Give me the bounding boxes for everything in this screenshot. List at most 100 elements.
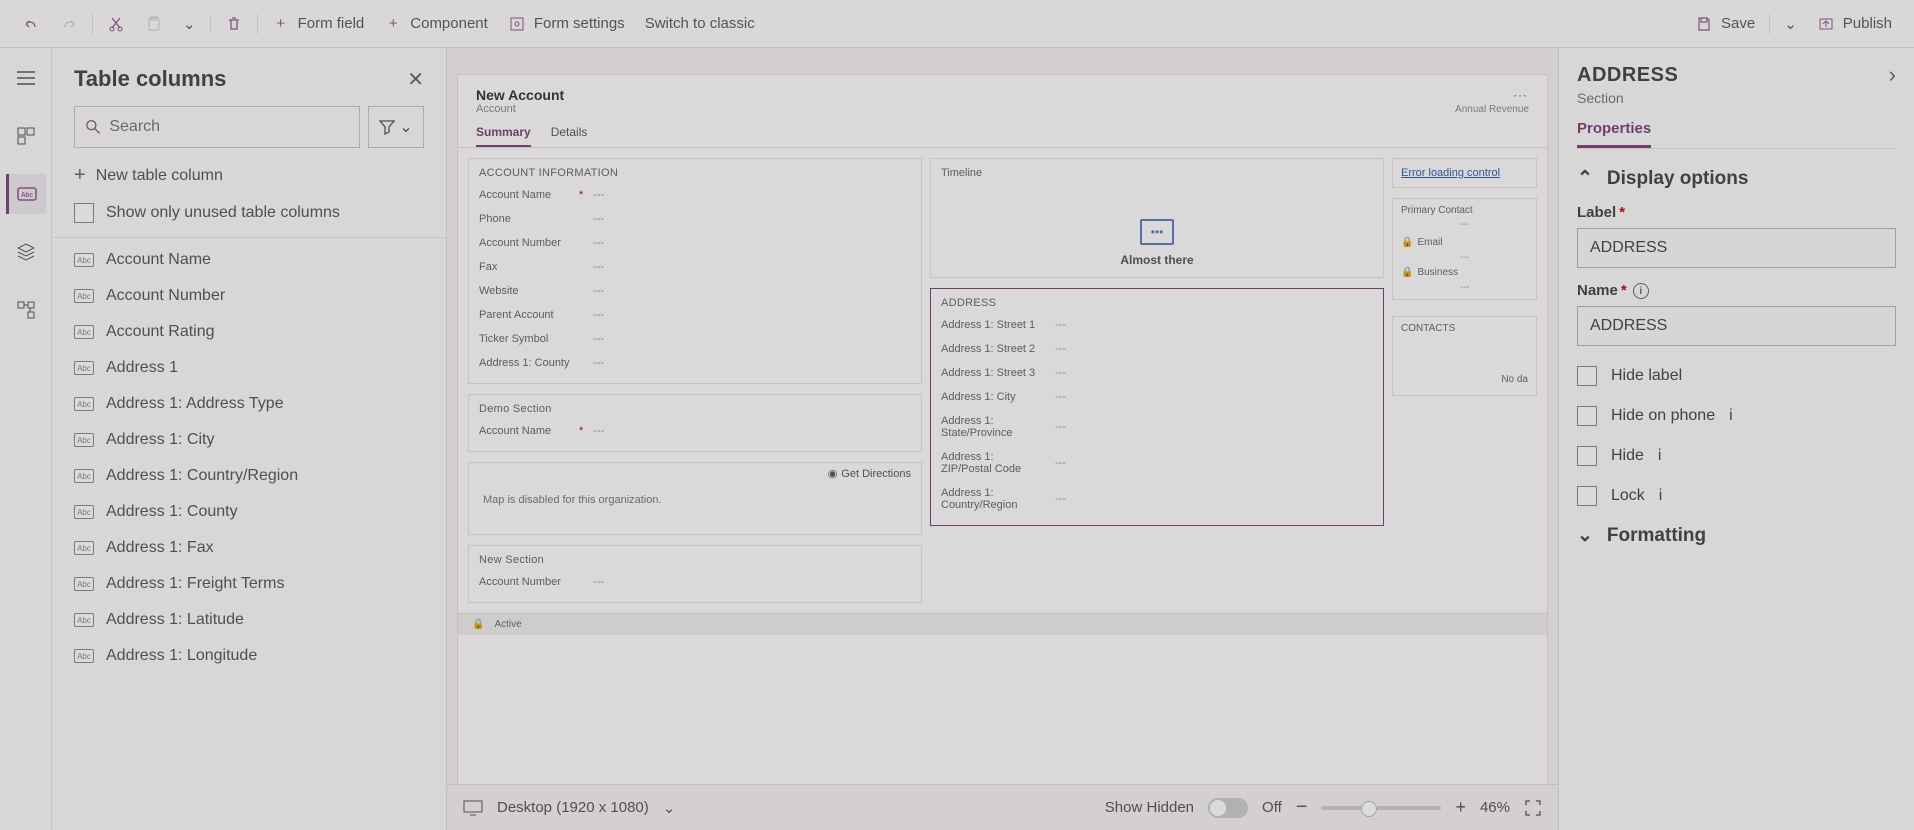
column-list[interactable]: AbcAccount NameAbcAccount NumberAbcAccou… bbox=[52, 238, 446, 830]
tab-details[interactable]: Details bbox=[551, 125, 588, 147]
timeline-control[interactable]: Timeline Almost there bbox=[930, 158, 1384, 278]
form-field[interactable]: Website--- bbox=[479, 279, 911, 303]
hide-phone-checkbox[interactable] bbox=[1577, 406, 1597, 426]
zoom-value: 46% bbox=[1480, 799, 1510, 816]
filter-button[interactable]: ⌄ bbox=[368, 106, 424, 148]
show-unused-checkbox[interactable] bbox=[74, 203, 94, 223]
form-field-button[interactable]: +Form field bbox=[262, 9, 375, 39]
get-directions-link[interactable]: ◉Get Directions bbox=[828, 467, 911, 480]
hide-checkbox-row[interactable]: Hidei bbox=[1577, 446, 1896, 466]
tab-summary[interactable]: Summary bbox=[476, 125, 531, 147]
undo-button[interactable] bbox=[12, 9, 50, 39]
save-dropdown[interactable]: ⌄ bbox=[1774, 9, 1807, 39]
info-icon[interactable]: i bbox=[1729, 407, 1733, 425]
form-field[interactable]: Account Number--- bbox=[479, 231, 911, 255]
lock-checkbox[interactable] bbox=[1577, 486, 1597, 506]
primary-contact-section[interactable]: Primary Contact --- 🔒Email --- 🔒Business… bbox=[1392, 198, 1537, 300]
folder-icon bbox=[1140, 219, 1174, 245]
cut-button[interactable] bbox=[97, 9, 135, 39]
formatting-toggle[interactable]: ⌄ Formatting bbox=[1577, 524, 1896, 547]
form-field[interactable]: Parent Account--- bbox=[479, 303, 911, 327]
component-button[interactable]: +Component bbox=[374, 9, 498, 39]
label-input[interactable] bbox=[1577, 228, 1896, 268]
section-new[interactable]: New Section Account Number--- bbox=[468, 545, 922, 603]
new-table-column-button[interactable]: + New table column bbox=[52, 158, 446, 193]
name-input[interactable] bbox=[1577, 306, 1896, 346]
zoom-in-button[interactable]: + bbox=[1455, 797, 1466, 818]
form-preview[interactable]: New Account Account ⋯ Annual Revenue Sum… bbox=[457, 74, 1548, 784]
lock-checkbox-row[interactable]: Locki bbox=[1577, 486, 1896, 506]
device-label[interactable]: Desktop (1920 x 1080) bbox=[497, 799, 649, 816]
column-item[interactable]: AbcAccount Name bbox=[52, 242, 446, 278]
search-box[interactable] bbox=[74, 106, 360, 148]
field-label: Address 1: Street 3 bbox=[941, 367, 1041, 379]
chevron-down-icon[interactable]: ⌄ bbox=[663, 799, 676, 817]
hide-phone-checkbox-row[interactable]: Hide on phonei bbox=[1577, 406, 1896, 426]
show-hidden-toggle[interactable] bbox=[1208, 798, 1248, 818]
info-icon[interactable]: i bbox=[1659, 487, 1663, 505]
column-item[interactable]: AbcAddress 1: Address Type bbox=[52, 386, 446, 422]
column-item[interactable]: AbcAddress 1: Latitude bbox=[52, 602, 446, 638]
expand-panel-button[interactable]: › bbox=[1889, 62, 1896, 88]
column-item-label: Address 1: Latitude bbox=[106, 611, 244, 629]
column-item[interactable]: AbcAddress 1: Country/Region bbox=[52, 458, 446, 494]
more-icon[interactable]: ⋯ bbox=[1455, 87, 1529, 104]
tab-properties[interactable]: Properties bbox=[1577, 120, 1651, 148]
form-field[interactable]: Account Name*--- bbox=[479, 183, 911, 207]
form-field[interactable]: Account Name*--- bbox=[479, 419, 911, 443]
column-item[interactable]: AbcAddress 1: Fax bbox=[52, 530, 446, 566]
column-item[interactable]: AbcAddress 1: Longitude bbox=[52, 638, 446, 674]
form-field[interactable]: Fax--- bbox=[479, 255, 911, 279]
search-input[interactable] bbox=[109, 118, 349, 136]
fit-button[interactable] bbox=[1524, 799, 1542, 817]
lock-icon: 🔒 bbox=[1401, 237, 1413, 248]
display-options-label: Display options bbox=[1607, 168, 1748, 190]
form-field[interactable]: Account Number--- bbox=[479, 570, 911, 594]
zoom-out-button[interactable]: − bbox=[1296, 796, 1308, 819]
components-rail-button[interactable] bbox=[6, 116, 46, 156]
paste-dropdown[interactable]: ⌄ bbox=[173, 9, 206, 39]
section-map[interactable]: ◉Get Directions Map is disabled for this… bbox=[468, 462, 922, 535]
form-settings-button[interactable]: Form settings bbox=[498, 9, 635, 39]
form-field[interactable]: Address 1: County--- bbox=[479, 351, 911, 375]
column-item[interactable]: AbcAccount Number bbox=[52, 278, 446, 314]
form-field[interactable]: Ticker Symbol--- bbox=[479, 327, 911, 351]
form-field[interactable]: Address 1: Street 3--- bbox=[941, 361, 1373, 385]
redo-button[interactable] bbox=[50, 9, 88, 39]
form-field[interactable]: Address 1: Country/Region--- bbox=[941, 481, 1373, 517]
section-demo[interactable]: Demo Section Account Name*--- bbox=[468, 394, 922, 452]
form-field[interactable]: Address 1: ZIP/Postal Code--- bbox=[941, 445, 1373, 481]
hide-label-checkbox-row[interactable]: Hide label bbox=[1577, 366, 1896, 386]
zoom-slider[interactable] bbox=[1321, 806, 1441, 810]
show-unused-checkbox-row[interactable]: Show only unused table columns bbox=[52, 193, 446, 238]
section-account-info[interactable]: ACCOUNT INFORMATION Account Name*---Phon… bbox=[468, 158, 922, 384]
display-options-toggle[interactable]: ⌃ Display options bbox=[1577, 167, 1896, 190]
layers-rail-button[interactable] bbox=[6, 232, 46, 272]
form-field[interactable]: Address 1: Street 2--- bbox=[941, 337, 1373, 361]
columns-rail-button[interactable]: Abc bbox=[6, 174, 46, 214]
save-button[interactable]: Save bbox=[1685, 9, 1765, 39]
column-item[interactable]: AbcAddress 1: City bbox=[52, 422, 446, 458]
delete-button[interactable] bbox=[215, 9, 253, 39]
hamburger-button[interactable] bbox=[6, 58, 46, 98]
close-panel-button[interactable]: ✕ bbox=[407, 67, 424, 92]
column-item[interactable]: AbcAddress 1: Freight Terms bbox=[52, 566, 446, 602]
column-item[interactable]: AbcAccount Rating bbox=[52, 314, 446, 350]
form-field[interactable]: Address 1: State/Province--- bbox=[941, 409, 1373, 445]
column-item[interactable]: AbcAddress 1 bbox=[52, 350, 446, 386]
tree-rail-button[interactable] bbox=[6, 290, 46, 330]
form-field[interactable]: Address 1: City--- bbox=[941, 385, 1373, 409]
section-address[interactable]: ADDRESS Address 1: Street 1---Address 1:… bbox=[930, 288, 1384, 526]
form-field[interactable]: Address 1: Street 1--- bbox=[941, 313, 1373, 337]
paste-button[interactable] bbox=[135, 9, 173, 39]
form-field[interactable]: Phone--- bbox=[479, 207, 911, 231]
contacts-section[interactable]: CONTACTS No da bbox=[1392, 316, 1537, 396]
switch-classic-button[interactable]: Switch to classic bbox=[635, 9, 765, 38]
error-loading-control-link[interactable]: Error loading control bbox=[1392, 158, 1537, 188]
info-icon[interactable]: i bbox=[1658, 447, 1662, 465]
info-icon[interactable]: i bbox=[1633, 283, 1649, 299]
hide-label-checkbox[interactable] bbox=[1577, 366, 1597, 386]
column-item[interactable]: AbcAddress 1: County bbox=[52, 494, 446, 530]
publish-button[interactable]: Publish bbox=[1807, 9, 1902, 39]
hide-checkbox[interactable] bbox=[1577, 446, 1597, 466]
